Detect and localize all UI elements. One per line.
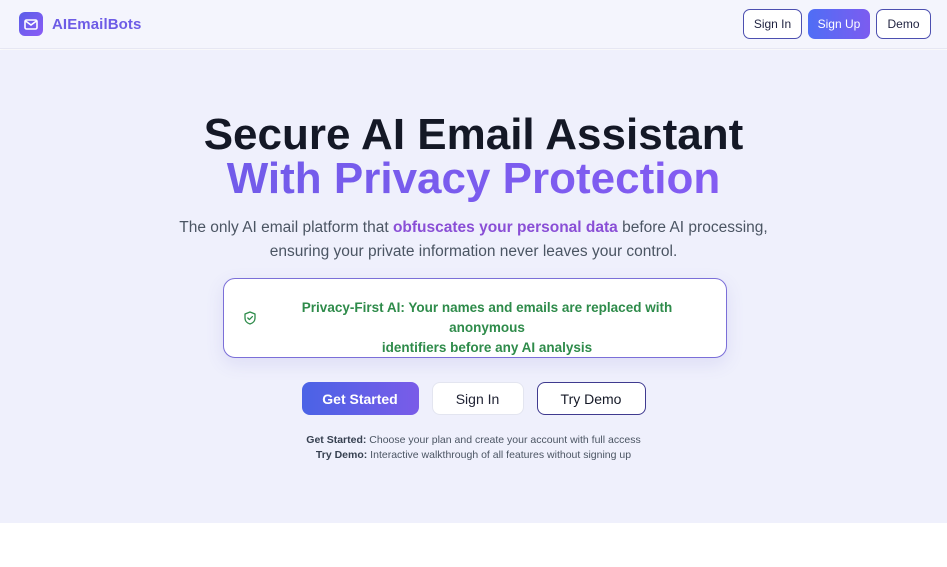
sign-in-button[interactable]: Sign In [431,382,524,415]
nav-sign-in-button[interactable]: Sign In [743,9,802,39]
cta-notes: Get Started: Choose your plan and create… [0,433,947,463]
brand-name: AIEmailBots [52,15,142,33]
nav-sign-up-button[interactable]: Sign Up [808,9,870,39]
note-try-demo: Try Demo: Interactive walkthrough of all… [0,448,947,463]
try-demo-button[interactable]: Try Demo [536,382,646,415]
hero-title-line1: Secure AI Email Assistant [203,110,744,159]
subtitle-line2: ensuring your private information never … [269,243,678,260]
hero-title-line2: With Privacy Protection [0,156,947,202]
cta-row: Get Started Sign In Try Demo [0,382,947,415]
hero-subtitle: The only AI email platform that obfuscat… [0,216,947,264]
subtitle-text-before: The only AI email platform that [179,219,393,236]
shield-check-icon [244,311,256,325]
nav-demo-button[interactable]: Demo [876,9,931,39]
get-started-button[interactable]: Get Started [301,382,419,415]
note-text: Choose your plan and create your account… [366,434,641,446]
privacy-notice-text: Privacy-First AI: Your names and emails … [264,298,710,358]
note-label: Try Demo: [315,449,368,461]
nav-actions: Sign In Sign Up Demo [743,9,931,39]
privacy-notice-card: Privacy-First AI: Your names and emails … [223,278,727,358]
note-text: Interactive walkthrough of all features … [367,449,632,461]
privacy-notice-line1: Privacy-First AI: Your names and emails … [301,300,673,335]
subtitle-highlight: obfuscates your personal data [392,219,618,236]
hero-section: Secure AI Email Assistant With Privacy P… [0,50,947,523]
privacy-notice-line2: identifiers before any AI analysis [381,340,593,355]
note-get-started: Get Started: Choose your plan and create… [0,433,947,448]
note-label: Get Started: [306,434,367,446]
mail-icon [19,12,43,36]
brand[interactable]: AIEmailBots [19,12,141,36]
top-navbar: AIEmailBots Sign In Sign Up Demo [0,0,947,49]
subtitle-text-after: before AI processing, [617,219,768,236]
